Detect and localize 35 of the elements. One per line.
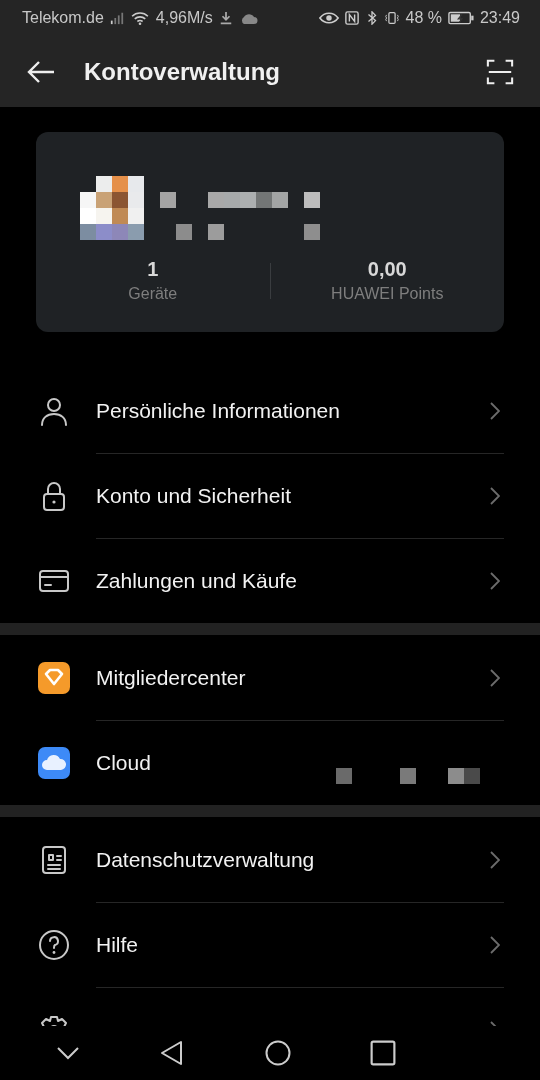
- stat-value: 0,00: [367, 258, 407, 281]
- recents-nav-button[interactable]: [370, 1040, 396, 1066]
- menu-item[interactable]: Persönliche Informationen: [38, 368, 504, 453]
- carrier-name: Telekom.de: [22, 9, 104, 27]
- eye-icon: [319, 11, 340, 25]
- stat-label: Geräte: [128, 285, 178, 303]
- chevron-icon: [490, 572, 500, 590]
- hide-navbar-button[interactable]: [56, 1046, 80, 1060]
- account-card[interactable]: 1 Geräte 0,00 HUAWEI Points: [36, 132, 504, 332]
- download-icon: [218, 11, 233, 25]
- menu-item[interactable]: Hilfe: [38, 902, 504, 987]
- wifi-icon: [129, 11, 150, 25]
- chevron-icon: [490, 401, 500, 420]
- home-nav-button[interactable]: [264, 1040, 291, 1066]
- chevron-icon: [490, 668, 500, 687]
- vibrate-icon: [385, 11, 400, 25]
- network-speed: 4,96M/s: [155, 9, 213, 27]
- scan-button[interactable]: [486, 57, 514, 86]
- back-button[interactable]: [26, 58, 56, 85]
- signal-icon: [109, 11, 124, 25]
- nfc-icon: [345, 11, 360, 25]
- chevron-icon: [490, 936, 500, 954]
- stat-value: 1: [147, 258, 159, 281]
- chevron-icon: [490, 850, 500, 869]
- help-icon: [38, 928, 70, 961]
- menu-item[interactable]: Konto und Sicherheit: [38, 453, 504, 538]
- stat-label: HUAWEI Points: [331, 285, 444, 303]
- chevron-icon: [490, 487, 500, 505]
- menu-item[interactable]: Datenschutzverwaltung: [38, 817, 504, 902]
- battery-charging-icon: [447, 11, 474, 25]
- battery-percent: 48 %: [405, 9, 442, 27]
- clock-time: 23:49: [479, 9, 520, 27]
- cloud-icon: [38, 746, 70, 779]
- menu-item[interactable]: Mitgliedercenter: [38, 635, 504, 720]
- page-title: Kontoverwaltung: [84, 57, 281, 86]
